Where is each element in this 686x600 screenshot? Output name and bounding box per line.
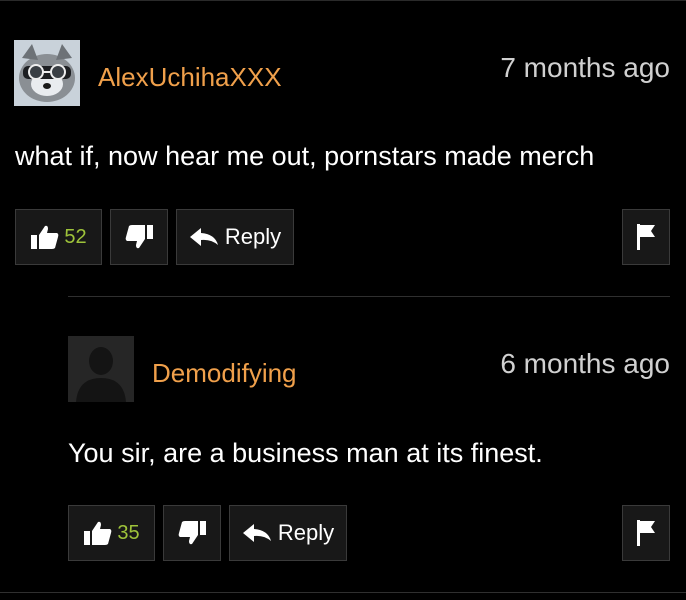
top-divider [0,0,686,1]
comment-body: what if, now hear me out, pornstars made… [15,141,595,171]
comment-author[interactable]: Demodifying [152,358,297,388]
reply-label: Reply [224,224,282,249]
reply-button[interactable]: Reply [229,505,347,561]
bottom-divider [0,592,686,593]
user-silhouette-icon [68,336,134,402]
reply-arrow-icon [189,228,218,246]
thumbs-down-icon [178,521,206,545]
thumbs-down-icon [125,225,153,249]
flag-button[interactable] [622,505,670,561]
thumbs-up-icon [31,225,59,249]
like-count: 52 [64,225,87,248]
thumbs-up-icon [84,521,112,545]
dislike-button[interactable] [110,209,168,265]
reply-arrow-icon [242,524,271,542]
comment-author[interactable]: AlexUchihaXXX [98,62,282,92]
user-avatar[interactable] [14,40,80,106]
comment-body: You sir, are a business man at its fines… [68,438,543,468]
flag-icon [637,224,655,250]
reply-label: Reply [277,520,335,545]
like-button[interactable]: 35 [68,505,155,561]
flag-button[interactable] [622,209,670,265]
dislike-button[interactable] [163,505,221,561]
like-button[interactable]: 52 [15,209,102,265]
reply-button[interactable]: Reply [176,209,294,265]
raccoon-avatar-icon [14,40,80,106]
like-count: 35 [117,521,140,544]
user-avatar[interactable] [68,336,134,402]
comment-timestamp: 6 months ago [500,348,670,379]
comment-timestamp: 7 months ago [500,52,670,83]
reply-divider [68,296,670,297]
flag-icon [637,520,655,546]
